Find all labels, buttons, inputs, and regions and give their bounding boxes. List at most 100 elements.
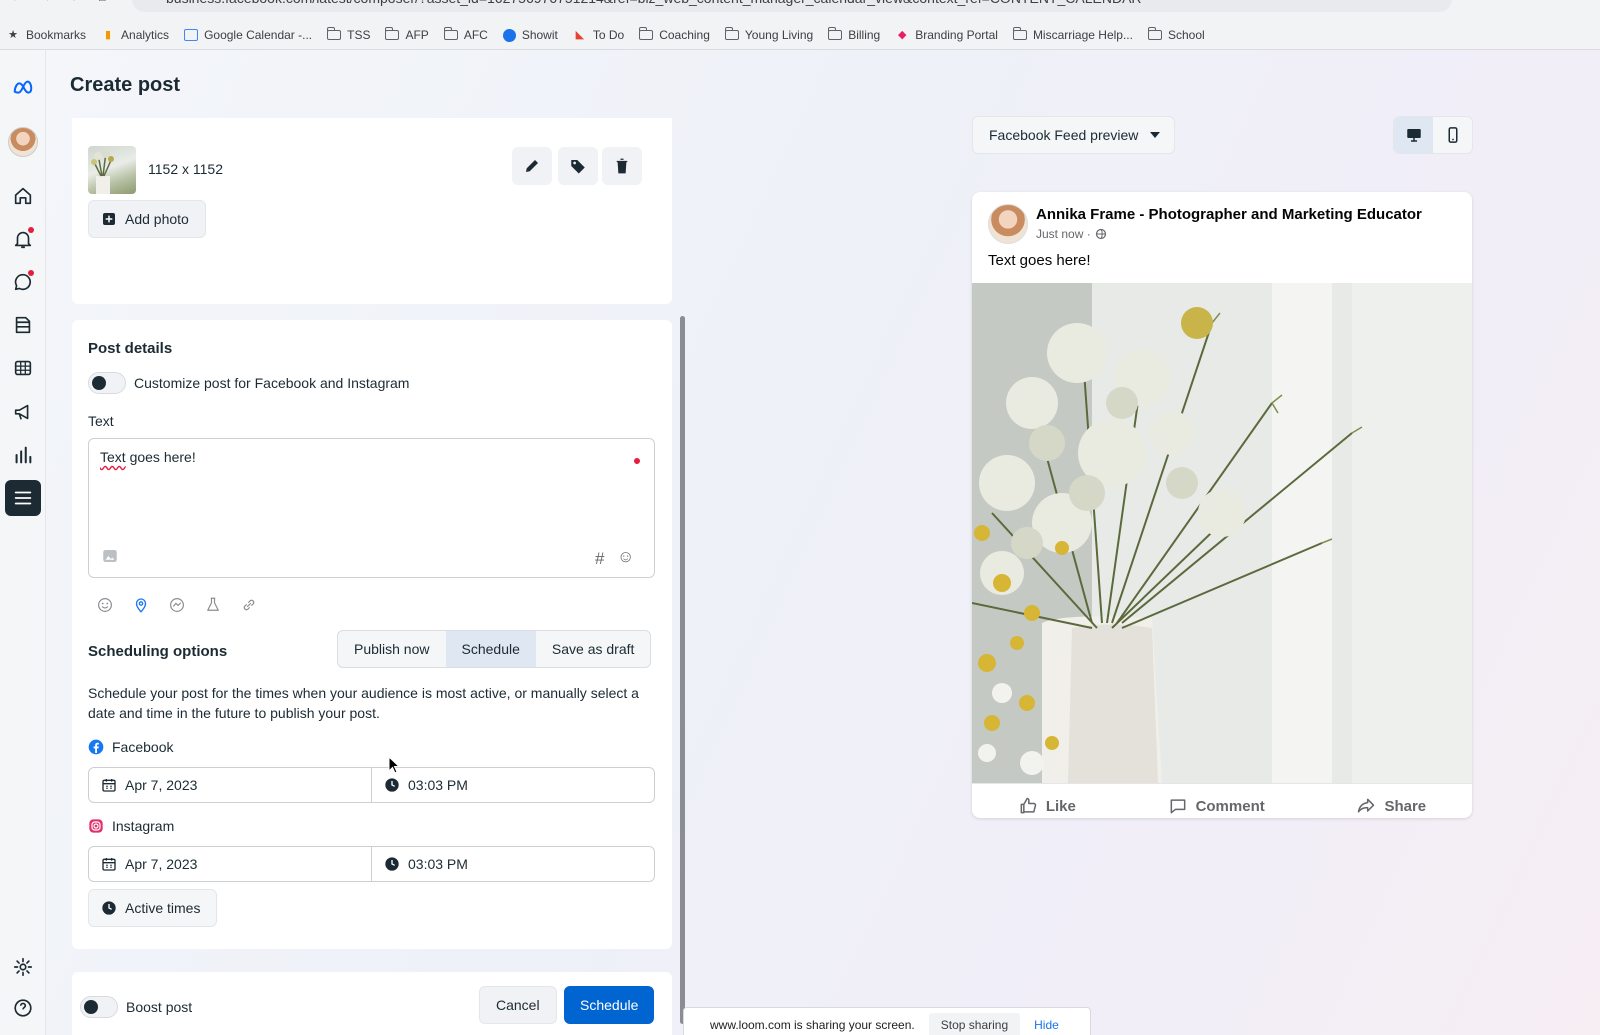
branding-icon: ◆ bbox=[897, 28, 907, 41]
thumbs-up-icon bbox=[1020, 797, 1037, 814]
bookmark-item[interactable]: Miscarriage Help... bbox=[1012, 27, 1133, 42]
bookmark-item[interactable]: Billing bbox=[828, 27, 880, 42]
globe-icon bbox=[1095, 228, 1106, 240]
post-text-value: Text goes here! bbox=[100, 449, 196, 465]
page-name: Annika Frame - Photographer and Marketin… bbox=[1036, 206, 1422, 223]
folder-icon bbox=[724, 27, 739, 40]
link-icon[interactable] bbox=[240, 596, 258, 614]
share-action[interactable]: Share bbox=[1356, 796, 1426, 816]
delete-media-button[interactable] bbox=[602, 147, 642, 185]
bookmark-item[interactable]: Young Living bbox=[724, 27, 813, 42]
bookmarks-bar: ★ Bookmarks ▮ Analytics Google Calendar -.… bbox=[0, 24, 1600, 46]
stop-sharing-button[interactable]: Stop sharing bbox=[928, 1013, 1021, 1035]
share-icon bbox=[1358, 798, 1375, 813]
scheduling-tabs: Publish now Schedule Save as draft bbox=[337, 630, 652, 668]
boost-post-toggle[interactable] bbox=[80, 996, 118, 1018]
bookmark-item[interactable]: ◆ Branding Portal bbox=[895, 28, 998, 42]
meta-logo[interactable] bbox=[5, 70, 41, 106]
showit-icon bbox=[502, 28, 516, 42]
tab-schedule[interactable]: Schedule bbox=[445, 631, 536, 667]
bookmark-item[interactable]: AFC bbox=[443, 27, 488, 42]
facebook-time-input[interactable]: 03:03 PM bbox=[371, 768, 654, 802]
bookmark-item[interactable]: ★ Bookmarks bbox=[6, 28, 86, 42]
nav-settings[interactable] bbox=[5, 949, 41, 985]
nav-notifications[interactable] bbox=[5, 221, 41, 257]
nav-insights[interactable] bbox=[5, 437, 41, 473]
notification-dot bbox=[28, 270, 34, 276]
media-library-icon[interactable] bbox=[101, 547, 119, 570]
facebook-post-preview: Annika Frame - Photographer and Marketin… bbox=[972, 192, 1472, 818]
calendar-icon bbox=[184, 29, 199, 41]
nav-planner[interactable] bbox=[5, 350, 41, 386]
nav-content[interactable] bbox=[5, 307, 41, 343]
post-text-input[interactable]: Text goes here! # ☺ bbox=[88, 438, 655, 578]
preview-actions: Like Comment Share bbox=[972, 783, 1472, 818]
edit-media-button[interactable] bbox=[512, 147, 552, 185]
nav-all-tools[interactable] bbox=[5, 480, 41, 516]
desktop-preview-button[interactable] bbox=[1394, 117, 1433, 153]
nav-ads[interactable] bbox=[5, 394, 41, 430]
hide-button[interactable]: Hide bbox=[1034, 1018, 1059, 1032]
schedule-button[interactable]: Schedule bbox=[564, 986, 655, 1024]
feeling-icon[interactable] bbox=[96, 596, 114, 614]
media-thumbnail[interactable] bbox=[88, 146, 136, 194]
tab-save-as-draft[interactable]: Save as draft bbox=[536, 631, 650, 667]
clock-icon bbox=[385, 778, 399, 792]
nav-help[interactable] bbox=[5, 990, 41, 1026]
tag-media-button[interactable] bbox=[558, 147, 598, 185]
folder-icon bbox=[327, 27, 342, 40]
notification-dot bbox=[28, 227, 34, 233]
customize-toggle-label: Customize post for Facebook and Instagra… bbox=[134, 375, 410, 391]
bookmark-item[interactable]: TSS bbox=[327, 27, 370, 42]
location-pin-icon[interactable] bbox=[132, 596, 150, 614]
avatar bbox=[8, 127, 38, 157]
home-icon bbox=[14, 187, 32, 205]
screen-share-notice: www.loom.com is sharing your screen. Sto… bbox=[683, 1007, 1091, 1035]
bookmark-item[interactable]: ◣ To Do bbox=[573, 28, 625, 42]
nav-home[interactable] bbox=[5, 178, 41, 214]
bookmark-item[interactable]: Showit bbox=[502, 28, 558, 42]
instagram-time-input[interactable]: 03:03 PM bbox=[371, 847, 654, 881]
reload-icon[interactable]: ↻ bbox=[68, 0, 80, 5]
facebook-icon bbox=[88, 739, 104, 755]
like-action[interactable]: Like bbox=[1018, 796, 1076, 816]
nav-inbox[interactable] bbox=[5, 264, 41, 300]
facebook-schedule-label: Facebook bbox=[88, 739, 173, 755]
device-toggle bbox=[1393, 116, 1473, 154]
tag-icon bbox=[571, 160, 585, 174]
preview-type-dropdown[interactable]: Facebook Feed preview bbox=[972, 116, 1176, 154]
facebook-datetime-row: Apr 7, 2023 03:03 PM bbox=[88, 767, 655, 803]
tab-publish-now[interactable]: Publish now bbox=[338, 631, 445, 667]
add-photo-button[interactable]: Add photo bbox=[88, 200, 206, 238]
comment-action[interactable]: Comment bbox=[1168, 796, 1265, 816]
active-times-button[interactable]: Active times bbox=[88, 889, 218, 927]
instagram-date-input[interactable]: Apr 7, 2023 bbox=[89, 847, 371, 881]
bookmark-item[interactable]: Google Calendar -... bbox=[184, 28, 312, 42]
bookmark-item[interactable]: AFP bbox=[385, 27, 429, 42]
back-icon[interactable]: ← bbox=[10, 0, 24, 4]
clock-icon bbox=[102, 901, 116, 915]
home-icon[interactable]: ⌂ bbox=[98, 0, 106, 4]
account-avatar[interactable] bbox=[5, 124, 41, 160]
forward-icon[interactable]: → bbox=[38, 0, 52, 4]
customize-toggle[interactable] bbox=[88, 372, 126, 394]
composer-scrollbar[interactable] bbox=[680, 316, 685, 1024]
pencil-icon bbox=[526, 160, 538, 172]
messenger-icon[interactable] bbox=[168, 596, 186, 614]
bookmark-item[interactable]: Coaching bbox=[639, 27, 710, 42]
flask-icon[interactable] bbox=[204, 596, 222, 614]
flower-thumbnail-image bbox=[91, 150, 114, 194]
calendar-icon bbox=[102, 858, 116, 871]
url-field[interactable]: business.facebook.com/latest/composer/?a… bbox=[132, 0, 1452, 12]
stack-icon bbox=[15, 316, 31, 334]
post-details-card: Post details Customize post for Facebook… bbox=[72, 320, 672, 650]
bookmark-item[interactable]: ▮ Analytics bbox=[101, 28, 169, 42]
facebook-date-input[interactable]: Apr 7, 2023 bbox=[89, 768, 371, 802]
page-avatar bbox=[988, 204, 1028, 244]
emoji-icon[interactable]: ☺ bbox=[617, 547, 634, 567]
hashtag-icon[interactable]: # bbox=[595, 549, 604, 569]
mobile-preview-button[interactable] bbox=[1433, 117, 1472, 153]
bookmark-item[interactable]: School bbox=[1147, 27, 1205, 42]
cancel-button[interactable]: Cancel bbox=[479, 986, 557, 1024]
post-details-heading: Post details bbox=[88, 340, 173, 357]
